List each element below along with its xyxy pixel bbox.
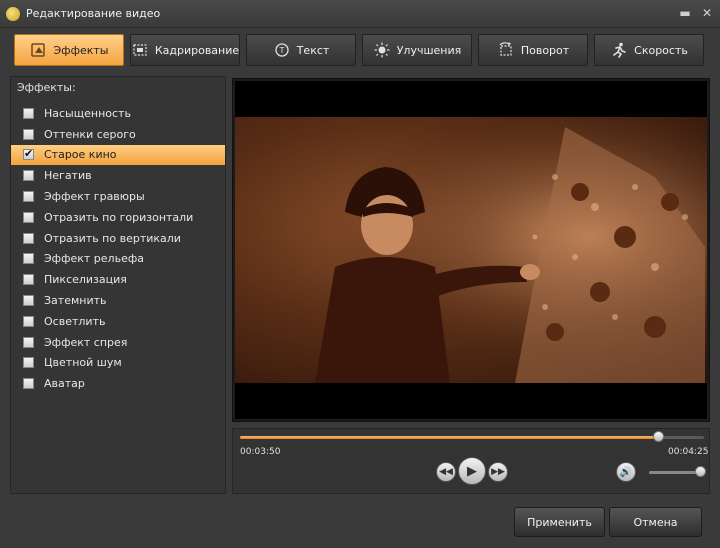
progress-bar[interactable] (240, 431, 704, 442)
effect-item-saturation[interactable]: Насыщенность (11, 103, 225, 124)
volume-handle[interactable] (695, 466, 707, 477)
speed-icon (610, 42, 628, 58)
effects-icon (30, 42, 48, 58)
apply-button[interactable]: Применить (514, 507, 605, 537)
checkbox[interactable] (23, 170, 34, 182)
video-preview (232, 78, 710, 422)
effects-heading: Эффекты: (17, 81, 76, 94)
tab-label: Улучшения (396, 43, 462, 57)
video-frame-image (235, 117, 707, 383)
title-bar: Редактирование видео ▬ ✕ (0, 0, 720, 28)
effect-item-old-film[interactable]: Старое кино (11, 144, 225, 166)
speaker-icon: 🔊 (619, 466, 633, 478)
effect-item-color-noise[interactable]: Цветной шум (11, 353, 225, 374)
effects-list: Насыщенность Оттенки серого Старое кино … (11, 103, 225, 394)
tab-crop[interactable]: Кадрирование (130, 34, 240, 66)
volume-button[interactable]: 🔊 (616, 462, 636, 482)
brightness-icon (373, 42, 391, 58)
tab-enhancements[interactable]: Улучшения (362, 34, 472, 66)
effect-label: Оттенки серого (44, 127, 136, 141)
volume-slider[interactable] (649, 466, 707, 477)
effect-label: Цветной шум (44, 356, 122, 370)
checkbox[interactable] (23, 107, 34, 119)
previous-button[interactable]: ◀◀ (436, 462, 456, 482)
checkbox[interactable] (23, 232, 34, 244)
tab-label: Кадрирование (154, 43, 240, 57)
effects-panel: Эффекты: Насыщенность Оттенки серого Ста… (10, 76, 226, 494)
player-controls: 00:03:50 00:04:25 ◀◀ ▶ ▶▶ 🔊 (232, 428, 710, 494)
skip-back-icon: ◀◀ (439, 467, 453, 477)
effect-label: Отразить по горизонтали (44, 210, 194, 224)
play-button[interactable]: ▶ (458, 457, 486, 485)
effect-item-lighten[interactable]: Осветлить (11, 311, 225, 332)
checkbox[interactable] (23, 274, 34, 286)
checkbox[interactable] (23, 253, 34, 265)
checkbox[interactable] (23, 295, 34, 307)
cancel-button[interactable]: Отмена (609, 507, 702, 537)
checkbox[interactable] (23, 336, 34, 348)
svg-text:T: T (278, 46, 284, 55)
effect-label: Затемнить (44, 294, 107, 308)
effect-label: Насыщенность (44, 106, 131, 120)
crop-icon (131, 42, 149, 58)
effect-label: Пикселизация (44, 273, 127, 287)
next-button[interactable]: ▶▶ (488, 462, 508, 482)
effect-item-darken[interactable]: Затемнить (11, 290, 225, 311)
effect-label: Негатив (44, 169, 92, 183)
effect-item-engraving[interactable]: Эффект гравюры (11, 186, 225, 207)
current-time: 00:03:50 (240, 447, 281, 457)
progress-fill (240, 436, 658, 439)
tab-speed[interactable]: Скорость (594, 34, 704, 66)
total-time: 00:04:25 (668, 447, 709, 457)
effect-label: Осветлить (44, 314, 106, 328)
tab-label: Поворот (520, 43, 570, 57)
effect-item-avatar[interactable]: Аватар (11, 373, 225, 394)
window-title: Редактирование видео (26, 7, 161, 20)
minimize-icon[interactable]: ▬ (676, 5, 694, 21)
checkbox[interactable] (23, 378, 34, 390)
effect-item-flip-horizontal[interactable]: Отразить по горизонтали (11, 207, 225, 228)
checkbox[interactable] (23, 357, 34, 369)
effect-item-emboss[interactable]: Эффект рельефа (11, 249, 225, 270)
tab-label: Скорость (634, 43, 688, 57)
effect-item-negative[interactable]: Негатив (11, 165, 225, 186)
effect-label: Старое кино (44, 148, 117, 162)
effect-item-pixelate[interactable]: Пикселизация (11, 269, 225, 290)
progress-handle[interactable] (652, 431, 664, 442)
effect-label: Эффект спрея (44, 335, 128, 349)
checkbox[interactable] (23, 128, 34, 140)
checkbox[interactable] (23, 211, 34, 223)
effect-label: Эффект рельефа (44, 252, 144, 266)
skip-forward-icon: ▶▶ (491, 467, 505, 477)
tab-bar: Эффекты Кадрирование T Текст Улучшения П… (14, 34, 710, 68)
checkbox-checked[interactable] (23, 147, 34, 161)
effect-item-spray[interactable]: Эффект спрея (11, 332, 225, 353)
tab-label: Эффекты (53, 43, 109, 57)
effect-item-flip-vertical[interactable]: Отразить по вертикали (11, 228, 225, 249)
close-icon[interactable]: ✕ (698, 5, 716, 21)
effect-label: Аватар (44, 377, 85, 391)
tab-text[interactable]: T Текст (246, 34, 356, 66)
play-icon: ▶ (467, 463, 477, 479)
effect-label: Отразить по вертикали (44, 231, 181, 245)
rotate-icon (497, 42, 515, 58)
app-logo-icon (6, 7, 20, 21)
effect-label: Эффект гравюры (44, 190, 145, 204)
tab-rotate[interactable]: Поворот (478, 34, 588, 66)
checkbox[interactable] (23, 315, 34, 327)
tab-label: Текст (296, 43, 330, 57)
effect-item-grayscale[interactable]: Оттенки серого (11, 124, 225, 145)
tab-effects[interactable]: Эффекты (14, 34, 124, 66)
text-icon: T (273, 42, 291, 58)
checkbox[interactable] (23, 191, 34, 203)
